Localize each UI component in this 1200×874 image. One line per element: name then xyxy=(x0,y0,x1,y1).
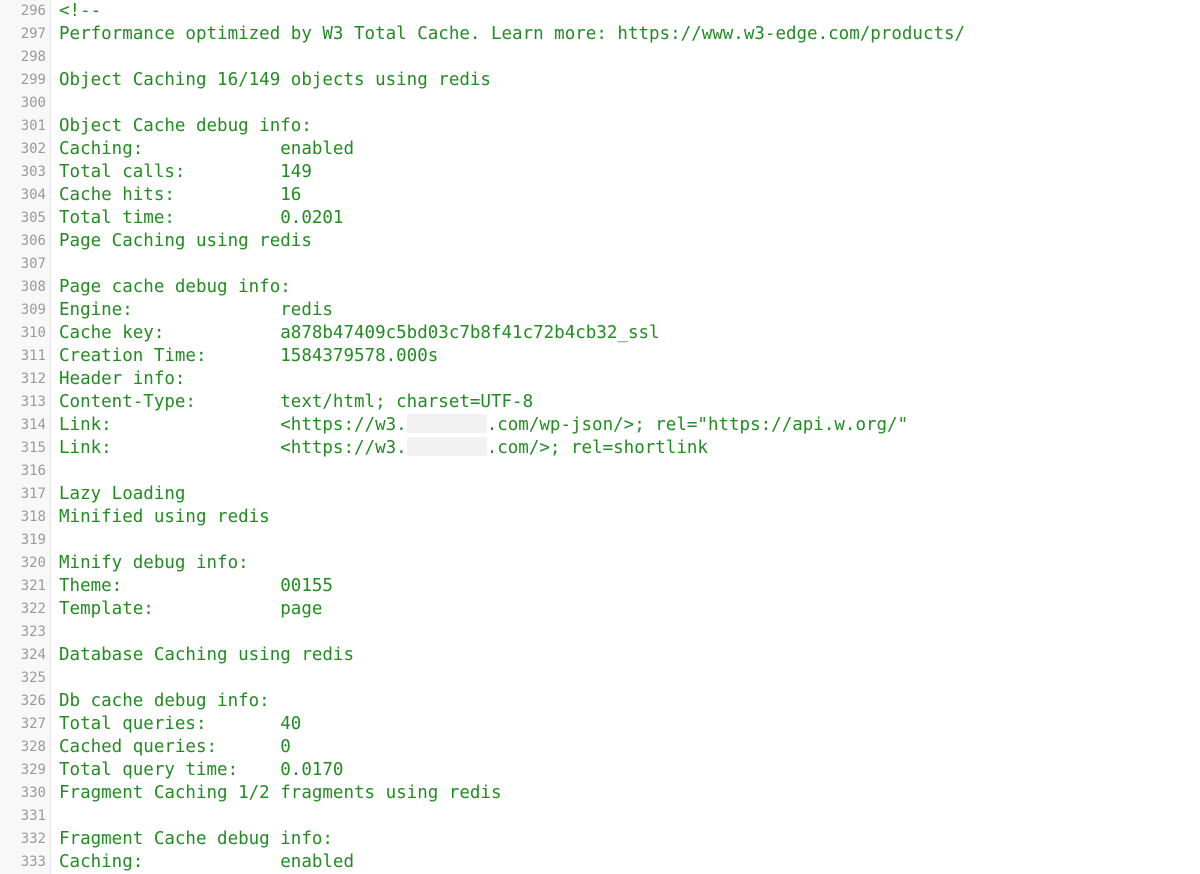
code-line xyxy=(59,460,1200,483)
code-line: Caching: enabled xyxy=(59,851,1200,874)
line-number: 312 xyxy=(0,368,46,391)
code-line: Link: <https://w3..com/wp-json/>; rel="h… xyxy=(59,414,1200,437)
code-line xyxy=(59,805,1200,828)
code-line: Caching: enabled xyxy=(59,138,1200,161)
code-line: Performance optimized by W3 Total Cache.… xyxy=(59,23,1200,46)
line-number: 329 xyxy=(0,759,46,782)
line-number: 317 xyxy=(0,483,46,506)
line-number: 301 xyxy=(0,115,46,138)
code-line: <!-- xyxy=(59,0,1200,23)
code-line: Total calls: 149 xyxy=(59,161,1200,184)
line-number: 313 xyxy=(0,391,46,414)
line-number: 300 xyxy=(0,92,46,115)
code-line: Fragment Caching 1/2 fragments using red… xyxy=(59,782,1200,805)
line-number: 322 xyxy=(0,598,46,621)
line-number: 315 xyxy=(0,437,46,460)
line-number: 306 xyxy=(0,230,46,253)
code-line: Page cache debug info: xyxy=(59,276,1200,299)
code-line: Minify debug info: xyxy=(59,552,1200,575)
line-number: 303 xyxy=(0,161,46,184)
line-number: 314 xyxy=(0,414,46,437)
code-line: Engine: redis xyxy=(59,299,1200,322)
code-line: Minified using redis xyxy=(59,506,1200,529)
line-number: 297 xyxy=(0,23,46,46)
line-number: 299 xyxy=(0,69,46,92)
code-line xyxy=(59,667,1200,690)
line-number: 320 xyxy=(0,552,46,575)
code-line: Header info: xyxy=(59,368,1200,391)
code-line: Database Caching using redis xyxy=(59,644,1200,667)
line-number: 324 xyxy=(0,644,46,667)
line-number: 298 xyxy=(0,46,46,69)
redacted-segment xyxy=(407,414,487,433)
code-line xyxy=(59,92,1200,115)
code-line: Lazy Loading xyxy=(59,483,1200,506)
line-number: 307 xyxy=(0,253,46,276)
code-line xyxy=(59,253,1200,276)
code-line: Creation Time: 1584379578.000s xyxy=(59,345,1200,368)
code-content[interactable]: <!--Performance optimized by W3 Total Ca… xyxy=(51,0,1200,874)
line-number: 327 xyxy=(0,713,46,736)
line-number: 302 xyxy=(0,138,46,161)
code-line xyxy=(59,529,1200,552)
redacted-segment xyxy=(407,437,487,456)
code-editor: 2962972982993003013023033043053063073083… xyxy=(0,0,1200,874)
line-number: 323 xyxy=(0,621,46,644)
line-number: 321 xyxy=(0,575,46,598)
code-line xyxy=(59,46,1200,69)
code-line: Total time: 0.0201 xyxy=(59,207,1200,230)
code-line: Db cache debug info: xyxy=(59,690,1200,713)
code-line: Object Caching 16/149 objects using redi… xyxy=(59,69,1200,92)
line-number: 333 xyxy=(0,851,46,874)
line-number: 308 xyxy=(0,276,46,299)
line-number: 330 xyxy=(0,782,46,805)
line-number: 316 xyxy=(0,460,46,483)
line-number: 325 xyxy=(0,667,46,690)
code-line: Link: <https://w3..com/>; rel=shortlink xyxy=(59,437,1200,460)
line-number: 296 xyxy=(0,0,46,23)
line-number: 319 xyxy=(0,529,46,552)
line-number: 318 xyxy=(0,506,46,529)
line-number: 305 xyxy=(0,207,46,230)
code-line: Theme: 00155 xyxy=(59,575,1200,598)
code-line: Page Caching using redis xyxy=(59,230,1200,253)
line-number: 304 xyxy=(0,184,46,207)
line-number: 326 xyxy=(0,690,46,713)
code-line: Total queries: 40 xyxy=(59,713,1200,736)
line-number: 310 xyxy=(0,322,46,345)
line-number: 311 xyxy=(0,345,46,368)
line-number: 331 xyxy=(0,805,46,828)
code-line: Total query time: 0.0170 xyxy=(59,759,1200,782)
code-line: Cache hits: 16 xyxy=(59,184,1200,207)
code-line: Fragment Cache debug info: xyxy=(59,828,1200,851)
line-number: 332 xyxy=(0,828,46,851)
code-line xyxy=(59,621,1200,644)
line-number: 309 xyxy=(0,299,46,322)
code-line: Cached queries: 0 xyxy=(59,736,1200,759)
line-number-gutter: 2962972982993003013023033043053063073083… xyxy=(0,0,51,874)
code-line: Content-Type: text/html; charset=UTF-8 xyxy=(59,391,1200,414)
code-line: Object Cache debug info: xyxy=(59,115,1200,138)
line-number: 328 xyxy=(0,736,46,759)
code-line: Cache key: a878b47409c5bd03c7b8f41c72b4c… xyxy=(59,322,1200,345)
code-line: Template: page xyxy=(59,598,1200,621)
